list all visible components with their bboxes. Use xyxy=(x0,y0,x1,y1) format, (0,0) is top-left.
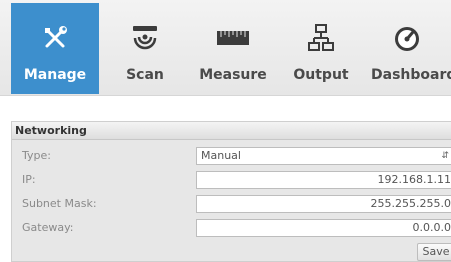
tab-output[interactable]: Output xyxy=(280,3,362,94)
ruler-icon xyxy=(190,23,276,53)
networking-panel: Networking Type: Manual ⇵ IP: 192.168.1.… xyxy=(11,121,451,262)
panel-title: Networking xyxy=(12,122,451,140)
gateway-input[interactable]: 0.0.0.0 xyxy=(196,219,451,237)
type-value: Manual xyxy=(201,149,241,162)
tab-label: Manage xyxy=(23,67,87,83)
subnet-mask-label: Subnet Mask: xyxy=(22,197,97,210)
tab-label: Measure xyxy=(199,67,267,83)
tab-manage[interactable]: Manage xyxy=(11,3,99,94)
gauge-icon xyxy=(366,23,448,53)
network-icon xyxy=(280,23,362,53)
ip-row: IP: 192.168.1.11 xyxy=(12,171,451,189)
ip-label: IP: xyxy=(22,173,36,186)
tools-icon xyxy=(11,23,99,53)
tab-label: Dashboard xyxy=(371,67,451,83)
tab-dashboard[interactable]: Dashboard xyxy=(366,3,451,94)
tab-label: Output xyxy=(293,67,349,83)
ip-input[interactable]: 192.168.1.11 xyxy=(196,171,451,189)
type-row: Type: Manual ⇵ xyxy=(12,147,451,165)
save-button[interactable]: Save xyxy=(417,243,451,261)
scanner-icon xyxy=(104,23,186,53)
updown-caret-icon: ⇵ xyxy=(441,151,449,161)
gateway-row: Gateway: 0.0.0.0 xyxy=(12,219,451,237)
type-select[interactable]: Manual ⇵ xyxy=(196,147,451,165)
main-tab-bar: Manage Scan Measure Output Dashboard xyxy=(0,0,451,96)
subnet-mask-input[interactable]: 255.255.255.0 xyxy=(196,195,451,213)
subnet-mask-row: Subnet Mask: 255.255.255.0 xyxy=(12,195,451,213)
tab-scan[interactable]: Scan xyxy=(104,3,186,94)
gateway-label: Gateway: xyxy=(22,221,74,234)
tab-label: Scan xyxy=(126,67,164,83)
type-label: Type: xyxy=(22,149,51,162)
tab-measure[interactable]: Measure xyxy=(190,3,276,94)
